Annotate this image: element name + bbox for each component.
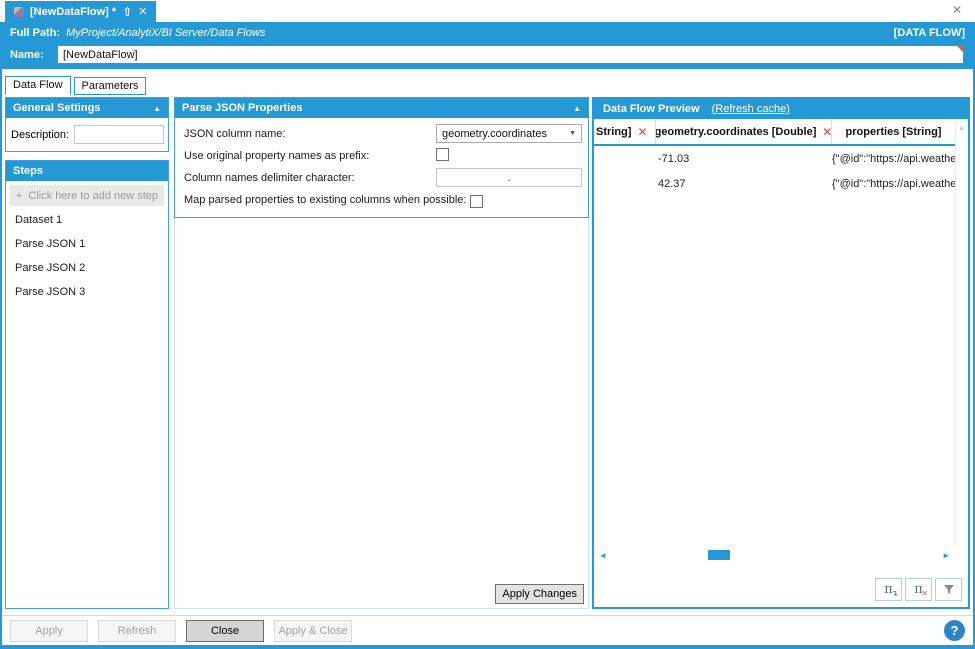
name-bar: Name: (2, 44, 973, 69)
json-column-name-dropdown[interactable]: geometry.coordinates ▼ (436, 124, 582, 143)
delimiter-input[interactable] (436, 168, 582, 187)
footer-bar: Apply Refresh Close Apply & Close ? (2, 615, 973, 645)
apply-and-close-button[interactable]: Apply & Close (274, 619, 352, 642)
scroll-left-icon[interactable]: ◄ (599, 551, 607, 560)
description-input[interactable] (74, 125, 165, 144)
data-flow-preview-panel: Data Flow Preview (Refresh cache) String… (592, 97, 970, 609)
validation-error-marker (957, 46, 963, 52)
left-column: General Settings ▲ Description: Steps + … (5, 97, 169, 609)
add-step-button[interactable]: + Click here to add new step (10, 185, 164, 206)
column-remove-button[interactable]: π ✕ (905, 578, 932, 601)
prefix-label: Use original property names as prefix: (184, 150, 370, 162)
step-item-parse-json-3[interactable]: Parse JSON 3 (6, 280, 168, 304)
preview-toolbar: π ↴ π ✕ (875, 578, 962, 601)
parse-json-properties-title: Parse JSON Properties (182, 102, 303, 114)
document-type-badge: [DATA FLOW] (893, 27, 965, 39)
scroll-up-icon[interactable]: ▲ (958, 125, 965, 132)
step-item-parse-json-2[interactable]: Parse JSON 2 (6, 256, 168, 280)
step-item-parse-json-1[interactable]: Parse JSON 1 (6, 232, 168, 256)
map-properties-label: Map parsed properties to existing column… (184, 194, 467, 206)
prefix-checkbox[interactable] (436, 148, 449, 161)
delete-column-icon[interactable]: ✕ (822, 125, 831, 139)
full-path-value: MyProject/AnalytiX/BI Server/Data Flows (66, 27, 266, 39)
parse-json-properties-group: Parse JSON Properties ▲ JSON column name… (174, 97, 589, 218)
steps-group: Steps + Click here to add new step Datas… (5, 160, 169, 609)
delete-column-icon[interactable]: ✕ (637, 125, 647, 139)
title-bar: [NewDataFlow] * ⇧ ✕ ✕ (0, 0, 975, 22)
help-button[interactable]: ? (944, 620, 965, 641)
name-label: Name: (10, 48, 44, 61)
map-properties-checkbox[interactable] (470, 194, 484, 208)
column-header-geometry-coordinates[interactable]: geometry.coordinates [Double] ✕ (656, 119, 832, 144)
chevron-down-icon: ▼ (569, 130, 576, 137)
apply-changes-button[interactable]: Apply Changes (495, 584, 584, 604)
tab-strip: Data Flow Parameters (2, 76, 973, 95)
editor-frame: Full Path: MyProject/AnalytiX/BI Server/… (0, 22, 975, 649)
collapse-icon[interactable]: ▲ (153, 104, 161, 113)
general-settings-group: General Settings ▲ Description: (5, 97, 169, 152)
document-tab[interactable]: [NewDataFlow] * ⇧ ✕ (5, 1, 157, 22)
column-insert-button[interactable]: π ↴ (875, 578, 902, 601)
full-path-label: Full Path: (10, 27, 61, 39)
collapse-icon[interactable]: ▲ (573, 104, 581, 113)
up-arrow-icon[interactable]: ⇧ (122, 5, 132, 19)
filter-button[interactable] (935, 578, 962, 601)
step-item-dataset-1[interactable]: Dataset 1 (6, 208, 168, 232)
json-column-name-label: JSON column name: (184, 128, 286, 140)
delimiter-label: Column names delimiter character: (184, 172, 355, 184)
description-label: Description: (11, 128, 70, 141)
name-input[interactable] (57, 45, 964, 64)
refresh-button[interactable]: Refresh (98, 619, 176, 642)
window-close-icon[interactable]: ✕ (952, 4, 962, 16)
scroll-right-icon[interactable]: ► (942, 551, 950, 560)
dataflow-icon (14, 6, 24, 17)
preview-title: Data Flow Preview (603, 103, 700, 115)
preview-column-headers: String] ✕ geometry.coordinates [Double] … (594, 119, 955, 146)
steps-header: Steps (6, 161, 168, 181)
tab-data-flow[interactable]: Data Flow (5, 76, 71, 95)
refresh-cache-link[interactable]: (Refresh cache) (712, 103, 790, 115)
horizontal-scrollbar[interactable]: ◄ ► (599, 549, 950, 562)
plus-icon: + (15, 189, 23, 202)
add-step-label: Click here to add new step (28, 189, 159, 202)
tab-parameters[interactable]: Parameters (73, 77, 147, 95)
full-path-bar: Full Path: MyProject/AnalytiX/BI Server/… (2, 22, 973, 44)
general-settings-header[interactable]: General Settings ▲ (6, 98, 168, 118)
scrollbar-thumb[interactable] (707, 550, 730, 560)
json-column-name-value: geometry.coordinates (442, 127, 547, 140)
table-row[interactable]: 42.37 {"@id":"https://api.weather.g (594, 171, 955, 196)
document-tab-title: [NewDataFlow] * (30, 5, 117, 18)
apply-button[interactable]: Apply (10, 619, 88, 642)
steps-title: Steps (13, 165, 43, 177)
parse-json-properties-header[interactable]: Parse JSON Properties ▲ (175, 98, 588, 118)
preview-grid: String] ✕ geometry.coordinates [Double] … (594, 119, 955, 196)
tab-close-icon[interactable]: ✕ (138, 5, 147, 18)
table-row[interactable]: -71.03 {"@id":"https://api.weather.g (594, 146, 955, 171)
filter-icon (943, 584, 954, 594)
column-header-properties[interactable]: properties [String] (832, 119, 955, 144)
close-button[interactable]: Close (186, 619, 264, 642)
general-settings-title: General Settings (13, 102, 101, 114)
step-properties-panel: Parse JSON Properties ▲ JSON column name… (174, 97, 589, 609)
data-flow-tab-content: General Settings ▲ Description: Steps + … (2, 95, 973, 615)
vertical-scrollbar[interactable]: ▲ (955, 121, 967, 545)
column-header-string[interactable]: String] ✕ (594, 119, 656, 144)
